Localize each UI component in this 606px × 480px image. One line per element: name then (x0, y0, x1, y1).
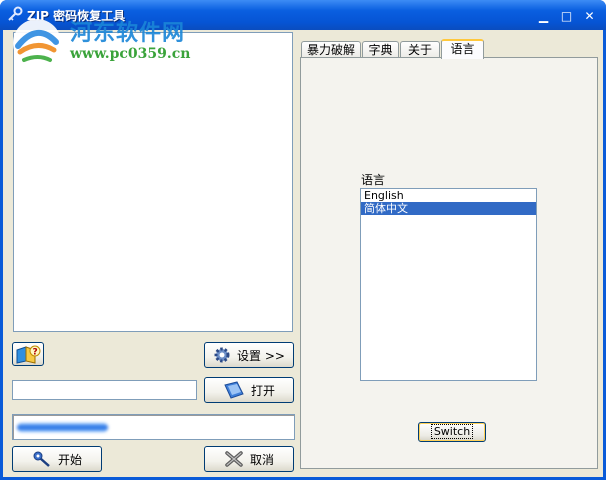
file-list[interactable] (13, 32, 293, 332)
open-label: 打开 (250, 383, 275, 398)
language-label: 语言 (361, 173, 386, 187)
language-option-simplified-chinese[interactable]: 简体中文 (361, 202, 536, 215)
language-tab-panel: 语言 English 简体中文 Switch (300, 57, 598, 469)
progress-bar (12, 414, 295, 440)
language-option-english[interactable]: English (361, 189, 536, 202)
watermark-site-name: 河东软件网 (70, 20, 186, 46)
start-label: 开始 (57, 452, 82, 467)
watermark-logo (13, 19, 61, 67)
cancel-button[interactable]: 取消 (204, 446, 294, 472)
file-path-input[interactable] (12, 380, 197, 400)
open-button[interactable]: 打开 (204, 377, 294, 403)
switch-label: Switch (430, 424, 474, 439)
settings-label: 设置 >> (237, 348, 285, 363)
client-area: ? 设置 >> 打开 开始 取消 暴力破解 字典 关于 语言 语言 Englis… (3, 30, 603, 477)
tab-about[interactable]: 关于 (400, 41, 440, 58)
cancel-label: 取消 (249, 452, 274, 467)
tab-language[interactable]: 语言 (441, 39, 484, 59)
app-window: ZIP 密码恢复工具 ▁ □ ✕ ? 设置 >> 打开 开始 取消 暴力破解 字… (0, 0, 606, 480)
watermark-site-url: www.pc0359.cn (70, 46, 191, 62)
maximize-button[interactable]: □ (556, 6, 577, 27)
switch-button[interactable]: Switch (418, 422, 486, 442)
progress-fill (17, 423, 108, 432)
svg-text:?: ? (33, 348, 38, 358)
gear-icon (214, 347, 230, 363)
key-icon (33, 451, 50, 467)
language-list[interactable]: English 简体中文 (360, 188, 537, 381)
tab-dictionary[interactable]: 字典 (362, 41, 399, 58)
cancel-x-icon (225, 451, 243, 467)
tab-brute-force[interactable]: 暴力破解 (301, 41, 361, 58)
settings-button[interactable]: 设置 >> (204, 342, 294, 368)
minimize-button[interactable]: ▁ (533, 6, 554, 27)
help-button[interactable]: ? (12, 342, 44, 366)
start-button[interactable]: 开始 (12, 446, 102, 472)
open-folder-icon (224, 381, 244, 399)
close-button[interactable]: ✕ (579, 6, 600, 27)
book-question-icon: ? (16, 345, 41, 364)
